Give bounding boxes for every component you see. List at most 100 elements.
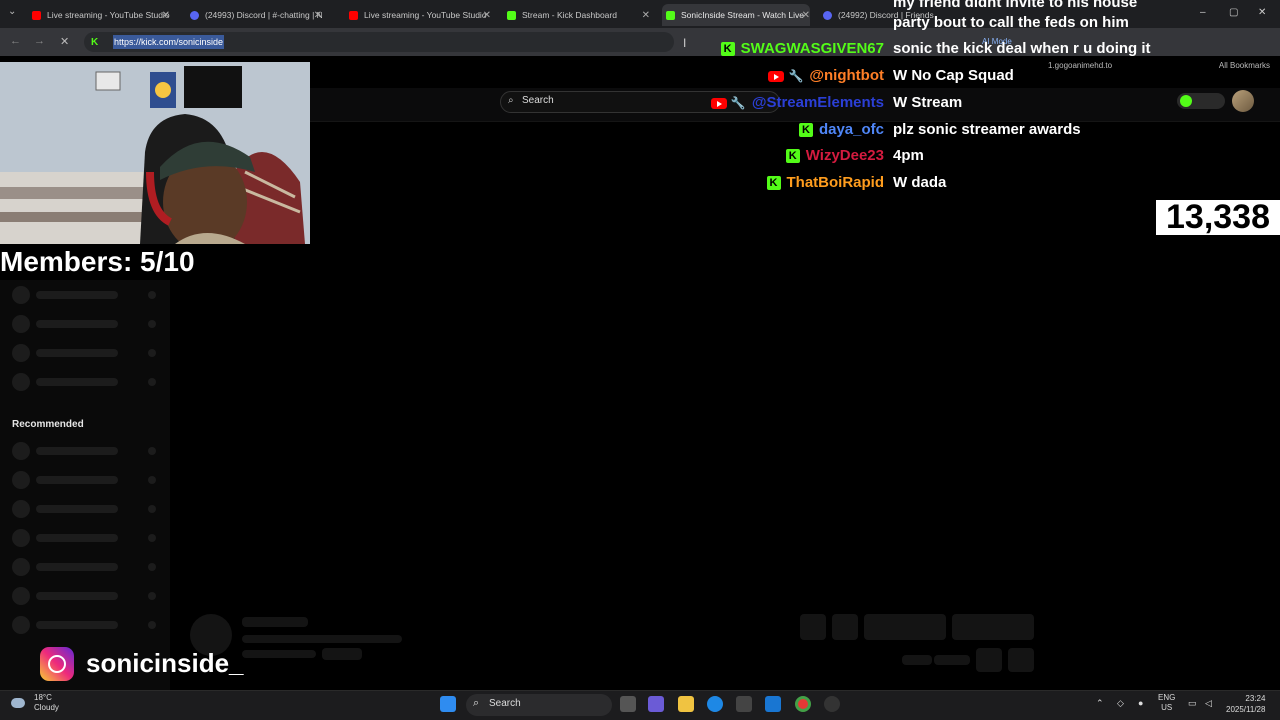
sidebar-skeleton-line: [36, 320, 118, 328]
display-icon[interactable]: ▭: [1188, 698, 1197, 709]
viewer-count: 13,338: [1156, 200, 1280, 235]
sidebar-skeleton-avatar: [12, 373, 30, 391]
kick-badge-icon: K: [798, 123, 813, 138]
all-bookmarks-button[interactable]: All Bookmarks: [1219, 61, 1270, 70]
taskbar-search-label: Search: [489, 698, 521, 709]
chat-username: ThatBoiRapid: [786, 174, 885, 191]
sidebar-skeleton-line: [36, 378, 118, 386]
chat-message: 🔧 @nightbot: [768, 65, 884, 87]
kick-badge-icon: K: [766, 176, 781, 191]
window-close-icon[interactable]: ✕: [1258, 7, 1266, 18]
weather-widget[interactable]: 18°C Cloudy: [34, 693, 59, 713]
chat-message: K SWAGWASGIVEN67: [720, 38, 884, 60]
bookmark-gogoanime[interactable]: 1.gogoanimehd.to: [1048, 61, 1112, 70]
tab-title: Stream - Kick Dashboard: [522, 10, 617, 20]
close-icon[interactable]: ✕: [162, 10, 170, 21]
kick-badge-icon: K: [785, 149, 800, 164]
edge-icon[interactable]: [707, 696, 723, 712]
more-button-skeleton: [1008, 648, 1034, 672]
windows-start-icon[interactable]: [440, 696, 456, 712]
share-button-skeleton: [976, 648, 1002, 672]
youtube-badge-icon: [710, 97, 727, 109]
chat-username: WizyDee23: [805, 147, 884, 164]
sidebar-skeleton-dot: [148, 534, 156, 542]
text-cursor-icon: I: [683, 36, 687, 50]
kick-icon: [507, 10, 516, 20]
sidebar-skeleton-avatar: [12, 529, 30, 547]
sidebar-skeleton-avatar: [12, 315, 30, 333]
search-placeholder: Search: [522, 95, 554, 106]
user-avatar[interactable]: [1232, 90, 1254, 112]
sidebar-skeleton-avatar: [12, 344, 30, 362]
region: US: [1161, 703, 1173, 712]
url-text[interactable]: https://kick.com/sonicinside: [113, 35, 225, 49]
sidebar-skeleton-avatar: [12, 471, 30, 489]
chat-message: K WizyDee23: [785, 145, 884, 167]
network-icon[interactable]: ◇: [1117, 698, 1124, 709]
close-icon[interactable]: ✕: [642, 10, 650, 21]
bookmarks-bar: 1.gogoanimehd.to All Bookmarks: [1040, 58, 1280, 74]
chat-text: W No Cap Squad: [893, 67, 1014, 84]
tab-youtube-studio-2[interactable]: Live streaming - YouTube Studio ✕: [349, 4, 491, 26]
obs-icon[interactable]: [824, 696, 840, 712]
taskbar-search[interactable]: [466, 694, 612, 716]
tab-discord-chatting[interactable]: (24993) Discord | #-chatting | N ✕: [190, 4, 322, 26]
mail-icon[interactable]: [765, 696, 781, 712]
sidebar-skeleton-line: [36, 563, 118, 571]
file-explorer-icon[interactable]: [678, 696, 694, 712]
kick-icon: [666, 10, 675, 20]
tab-youtube-studio-1[interactable]: Live streaming - YouTube Studio ✕: [32, 4, 170, 26]
channel-name-skeleton: [242, 617, 308, 627]
time: 23:24: [1245, 694, 1266, 703]
instagram-icon: [40, 647, 74, 681]
task-view-icon[interactable]: [620, 696, 636, 712]
sidebar-skeleton-dot: [148, 378, 156, 386]
tab-search-icon[interactable]: ⌄: [8, 6, 16, 17]
date: 2025/11/28: [1226, 705, 1266, 714]
follow-button-skeleton: [864, 614, 946, 640]
chat-message: K ThatBoiRapid: [766, 172, 885, 194]
chrome-icon[interactable]: [795, 696, 811, 712]
tab-title: SonicInside Stream - Watch Live: [681, 10, 804, 20]
webcam-scene: [0, 62, 310, 244]
chat-text: W dada: [893, 174, 947, 191]
minimize-icon[interactable]: –: [1200, 7, 1206, 18]
sidebar-skeleton-line: [36, 291, 118, 299]
close-icon[interactable]: ✕: [314, 10, 322, 21]
chat-message: Kdaya_ofc: [798, 119, 884, 141]
recommended-heading: Recommended: [12, 419, 84, 430]
action-button-skeleton: [832, 614, 858, 640]
close-icon[interactable]: ✕: [802, 10, 810, 21]
sidebar-skeleton-avatar: [12, 442, 30, 460]
youtube-icon: [32, 10, 41, 20]
tray-overflow-icon[interactable]: ⌃: [1096, 698, 1104, 709]
squad-members-count: Members: 5/10: [0, 246, 195, 277]
discord-icon: [190, 10, 199, 20]
stop-loading-icon[interactable]: ✕: [60, 35, 69, 48]
microphone-icon[interactable]: ●: [1138, 698, 1143, 708]
copilot-icon[interactable]: [648, 696, 664, 712]
action-button-skeleton: [800, 614, 826, 640]
volume-icon[interactable]: ◁: [1205, 698, 1212, 709]
tag-skeleton: [322, 648, 362, 660]
back-icon[interactable]: ←: [10, 35, 21, 47]
tab-title: Live streaming - YouTube Studio: [364, 10, 487, 20]
moderator-wrench-icon: 🔧: [788, 69, 804, 84]
tab-kick-dashboard[interactable]: Stream - Kick Dashboard ✕: [507, 4, 650, 26]
sidebar-skeleton-line: [36, 505, 118, 513]
store-icon[interactable]: [736, 696, 752, 712]
clock[interactable]: 23:24 2025/11/28: [1226, 693, 1265, 715]
maximize-icon[interactable]: ▢: [1229, 7, 1238, 18]
close-icon[interactable]: ✕: [483, 10, 491, 21]
sidebar-skeleton-dot: [148, 447, 156, 455]
forward-icon[interactable]: →: [34, 35, 45, 47]
weather-condition: Cloudy: [34, 703, 59, 712]
toggle-knob-icon: [1180, 95, 1192, 107]
webcam-feed: [0, 62, 310, 244]
sidebar-skeleton-dot: [148, 563, 156, 571]
site-kick-icon: K: [91, 37, 99, 48]
tab-kick-watch-live[interactable]: SonicInside Stream - Watch Live ✕: [662, 4, 810, 26]
sidebar-skeleton-avatar: [12, 587, 30, 605]
language-indicator[interactable]: ENG US: [1158, 693, 1175, 713]
sidebar-skeleton-avatar: [12, 558, 30, 576]
